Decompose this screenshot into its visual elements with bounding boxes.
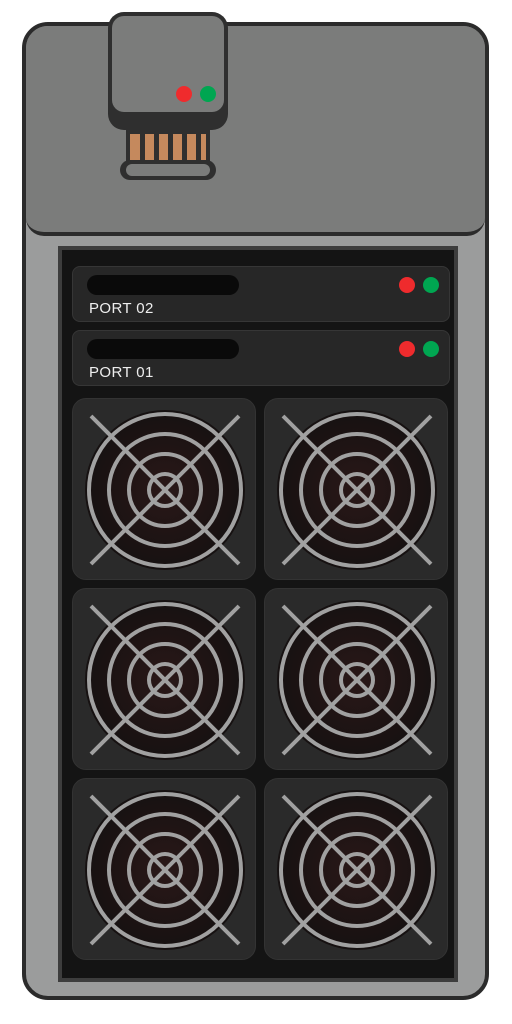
fan-icon [277,600,437,760]
fan-2 [264,398,448,580]
device-top-shell [26,26,485,236]
fan-1 [72,398,256,580]
rig-rack: PORT 02 PORT 01 [58,246,458,982]
port-01-label: PORT 01 [89,364,154,381]
port-02-label: PORT 02 [89,300,154,317]
port-02-led-green [423,277,439,293]
port-01-led-red [399,341,415,357]
port-02-panel[interactable]: PORT 02 [72,266,450,322]
port-02-slot[interactable] [87,275,239,295]
fan-icon [85,410,245,570]
usb-led-red [176,86,192,102]
fan-3 [72,588,256,770]
fan-icon [277,790,437,950]
fan-icon [85,790,245,950]
port-01-slot[interactable] [87,339,239,359]
usb-led-green [200,86,216,102]
port-01-panel[interactable]: PORT 01 [72,330,450,386]
usb-stick-icon[interactable] [96,8,236,188]
fan-4 [264,588,448,770]
fan-6 [264,778,448,960]
fan-5 [72,778,256,960]
port-02-led-red [399,277,415,293]
fan-icon [277,410,437,570]
fan-icon [85,600,245,760]
mining-rig-device: PORT 02 PORT 01 [22,12,489,1000]
port-01-led-green [423,341,439,357]
